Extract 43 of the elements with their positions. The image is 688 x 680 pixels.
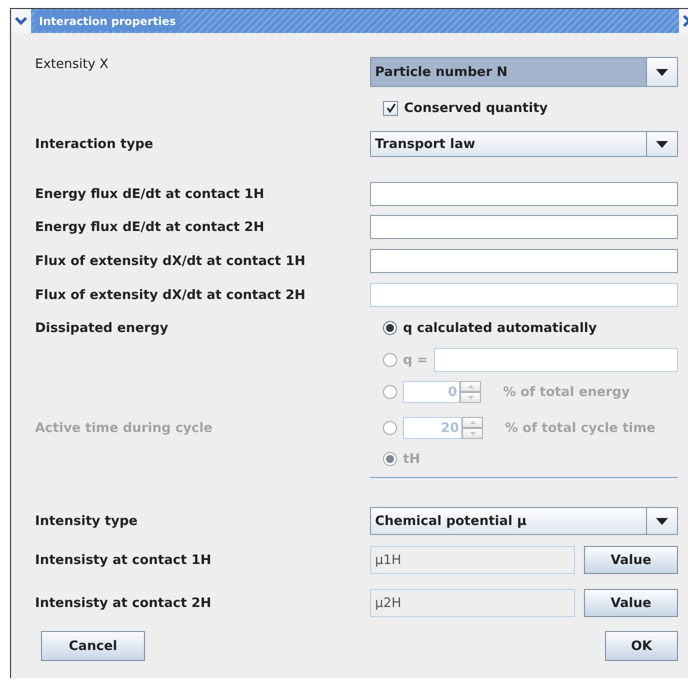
dropdown[interactable]: Transport law [370,131,678,157]
input-field[interactable] [370,182,678,206]
field-label: Active time during cycle [35,420,212,436]
option-label: % of total cycle time [505,420,656,436]
dropdown[interactable]: Chemical potential μ [370,507,678,535]
value-button[interactable]: Value [584,546,678,574]
input-field[interactable] [370,249,678,273]
checkbox[interactable] [383,100,398,116]
field-label: Intensity type [35,514,138,528]
option-label: tH [403,452,420,466]
field-label: Extensity X [35,57,108,72]
option-label: q calculated automatically [403,320,597,336]
field-label: Flux of extensity dX/dt at contact 1H [35,254,306,268]
checkbox-label: Conserved quantity [404,100,548,116]
field-label: Interaction type [35,136,154,152]
input-field[interactable] [370,215,678,239]
field-label: Dissipated energy [35,320,168,336]
radio-button[interactable] [383,321,397,335]
spin-down-button[interactable] [460,392,481,403]
chevron-icon [14,16,28,26]
field-label: Energy flux dE/dt at contact 2H [35,220,264,234]
window-menu-button[interactable] [11,9,31,33]
dropdown[interactable]: Particle number N [370,57,678,87]
caret-icon [656,140,668,148]
field-label: Flux of extensity dX/dt at contact 2H [35,288,306,302]
spin-up-button[interactable] [460,381,481,392]
field-label: Energy flux dE/dt at contact 1H [35,186,264,202]
field-label: Intensisty at contact 1H [35,552,212,568]
input-field[interactable]: μ1H [370,546,575,574]
field-label: Intensisty at contact 2H [35,596,212,610]
input-field[interactable] [434,348,678,372]
spin-down-button[interactable] [462,428,483,439]
window-title: Interaction properties [35,11,180,31]
ok-button[interactable]: OK [605,631,678,661]
input-field[interactable]: μ2H [370,589,575,617]
spin-up-button[interactable] [462,417,483,428]
option-label: q = [403,352,428,368]
checkmark-icon [386,103,396,113]
value-button[interactable]: Value [584,589,678,617]
option-label: % of total energy [503,384,630,400]
caret-icon [656,68,668,76]
cancel-button[interactable]: Cancel [41,631,145,661]
caret-icon [656,518,668,524]
